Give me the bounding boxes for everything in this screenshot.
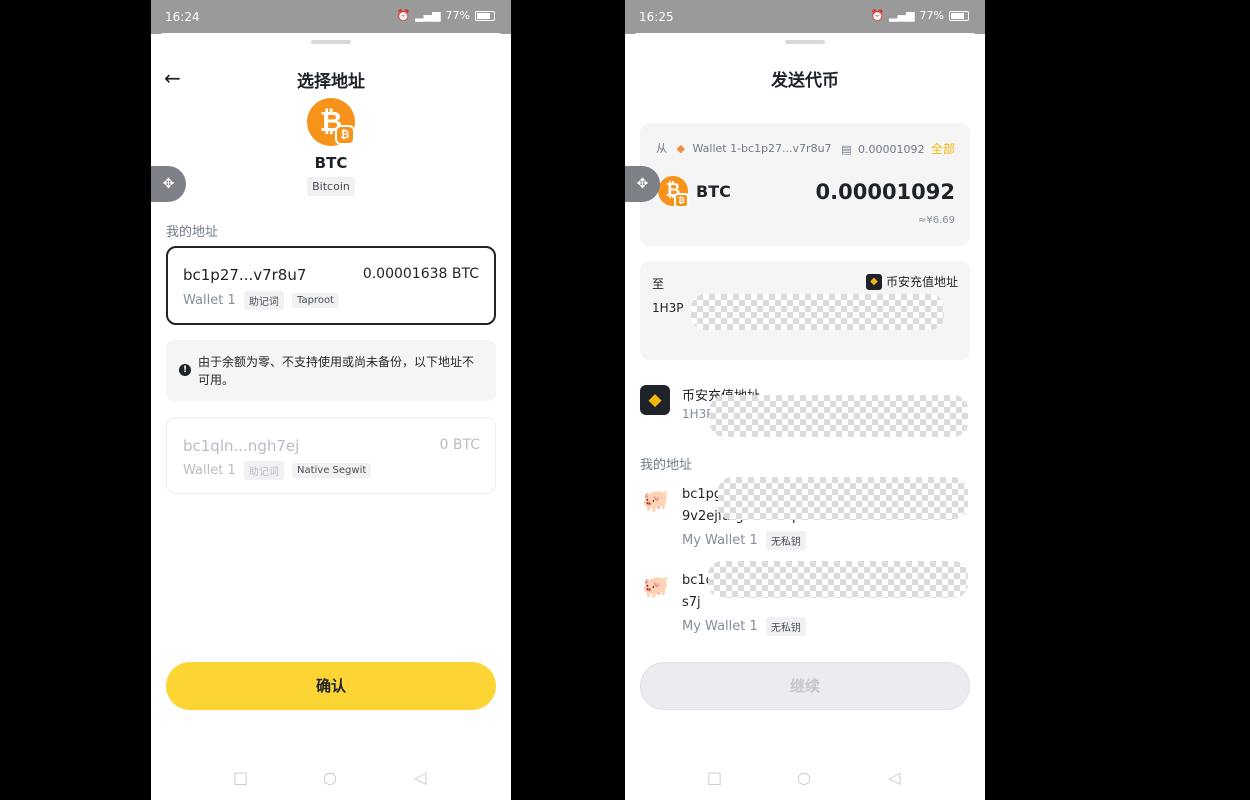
redacted-area: [708, 561, 968, 598]
binance-logo-icon: ◆: [640, 385, 670, 415]
status-bar: 16:24 ⏰ ▂▄▆ 77%: [151, 0, 511, 34]
redacted-area: [710, 395, 968, 437]
wallet-balance-icon: ▤: [841, 143, 852, 156]
address-balance: 0.00001638 BTC: [362, 266, 479, 282]
mnemonic-tag: 助记词: [243, 461, 284, 480]
wallet-name: Wallet 1: [183, 293, 236, 308]
to-address: 1H3P: [652, 301, 684, 315]
floating-tool-icon[interactable]: ✥: [151, 166, 186, 202]
info-icon: !: [179, 364, 191, 376]
back-nav-icon[interactable]: ◁: [888, 768, 900, 787]
address-meta: My Wallet 1 无私钥: [682, 617, 806, 636]
notice-text: 由于余额为零、不支持使用或尚未备份，以下地址不可用。: [198, 355, 475, 387]
floating-tool-icon[interactable]: ✥: [625, 166, 660, 202]
status-icons: ⏰ ▂▄▆ 77%: [870, 9, 969, 22]
address-card-selected[interactable]: bc1p27...v7r8u7 0.00001638 BTC Wallet 1 …: [166, 246, 496, 325]
from-card: 从 ◆ Wallet 1-bc1p27...v7r8u7 ▤ 0.0000109…: [640, 123, 970, 246]
piggy-wallet-icon: 🐖: [642, 575, 670, 600]
recent-apps-icon[interactable]: □: [233, 768, 248, 787]
address-text: bc1p27...v7r8u7: [183, 266, 307, 284]
to-label: 至: [652, 277, 665, 291]
page-title: 选择地址: [297, 72, 365, 92]
battery-percent: 77%: [919, 9, 944, 22]
sheet-handle[interactable]: [785, 40, 825, 44]
send-token-screen: 16:25 ⏰ ▂▄▆ 77% 发送代币 从 ◆ Wallet 1-bc1p27…: [625, 0, 985, 800]
from-label: 从: [656, 142, 667, 155]
address-meta: Wallet 1 助记词 Taproot: [183, 291, 339, 310]
recent-apps-icon[interactable]: □: [707, 768, 722, 787]
continue-button[interactable]: 继续: [640, 662, 970, 710]
confirm-button[interactable]: 确认: [166, 662, 496, 710]
coin-name-wrap: Bitcoin: [151, 176, 511, 196]
bottom-sheet: ← 选择地址 ₿ ₿ BTC Bitcoin 我的地址 bc1p27...v7r…: [151, 33, 511, 800]
redacted-area: [691, 294, 944, 330]
to-badge-text: 币安充值地址: [885, 275, 958, 289]
from-wallet: Wallet 1-bc1p27...v7r8u7: [692, 142, 832, 155]
piggy-wallet-icon: 🐖: [642, 489, 670, 514]
redacted-area: [718, 477, 968, 520]
address-card-disabled: bc1qln...ngh7ej 0 BTC Wallet 1 助记词 Nativ…: [166, 417, 496, 494]
disabled-address-meta: Wallet 1 助记词 Native Segwit: [183, 461, 372, 480]
back-nav-icon[interactable]: ◁: [414, 768, 426, 787]
fiat-value: ≈¥6.69: [917, 215, 955, 226]
asset-symbol: BTC: [696, 182, 731, 201]
wallet-name: My Wallet 1: [682, 533, 758, 548]
wallet-name: Wallet 1: [183, 463, 236, 478]
disabled-address-text: bc1qln...ngh7ej: [183, 437, 300, 455]
battery-icon: [949, 10, 969, 21]
status-time: 16:24: [165, 10, 200, 24]
no-key-tag: 无私钥: [765, 617, 806, 636]
my-address-label: 我的地址: [166, 225, 219, 240]
no-key-tag: 无私钥: [765, 531, 806, 550]
system-nav-bar: □ ○ ◁: [151, 768, 511, 792]
disabled-address-balance: 0 BTC: [439, 437, 480, 453]
home-icon[interactable]: ○: [323, 768, 337, 787]
address-type-tag: Native Segwit: [292, 463, 372, 478]
from-row: 从 ◆ Wallet 1-bc1p27...v7r8u7: [656, 140, 832, 156]
coin-name-tag: Bitcoin: [307, 177, 355, 196]
wallet-name: My Wallet 1: [682, 619, 758, 634]
status-icons: ⏰ ▂▄▆ 77%: [396, 9, 495, 22]
signal-icon: ▂▄▆: [889, 9, 915, 22]
bitcoin-network-badge-icon: ₿: [674, 193, 689, 208]
binance-deposit-badge: ◆ 币安充值地址: [865, 273, 958, 290]
bottom-sheet: 发送代币 从 ◆ Wallet 1-bc1p27...v7r8u7 ▤ 0.00…: [625, 33, 985, 800]
max-button[interactable]: 全部: [931, 142, 955, 156]
mnemonic-tag: 助记词: [243, 291, 284, 310]
notice-box: ! 由于余额为零、不支持使用或尚未备份，以下地址不可用。: [166, 340, 496, 401]
status-bar: 16:25 ⏰ ▂▄▆ 77%: [625, 0, 985, 34]
battery-icon: [475, 10, 495, 21]
fox-wallet-icon: ◆: [676, 142, 685, 155]
address-meta: My Wallet 1 无私钥: [682, 531, 806, 550]
alarm-icon: ⏰: [870, 9, 885, 22]
bitcoin-network-badge-icon: ₿: [335, 125, 355, 145]
balance-row: ▤ 0.00001092 全部: [841, 140, 955, 157]
sheet-handle[interactable]: [311, 40, 351, 44]
select-address-screen: 16:24 ⏰ ▂▄▆ 77% ← 选择地址 ₿ ₿ BTC Bitcoin 我…: [151, 0, 511, 800]
page-title: 发送代币: [771, 71, 839, 91]
alarm-icon: ⏰: [396, 9, 411, 22]
from-balance: 0.00001092: [858, 143, 925, 156]
amount-input[interactable]: 0.00001092: [816, 180, 955, 204]
address-line-2: s7j: [682, 595, 701, 610]
system-nav-bar: □ ○ ◁: [625, 768, 985, 792]
status-time: 16:25: [639, 10, 674, 24]
battery-percent: 77%: [445, 9, 470, 22]
signal-icon: ▂▄▆: [415, 9, 441, 22]
binance-logo-icon: ◆: [865, 273, 882, 290]
my-address-label: 我的地址: [640, 458, 693, 473]
address-type-tag: Taproot: [292, 293, 339, 308]
home-icon[interactable]: ○: [797, 768, 811, 787]
suggested-address: 1H3P: [682, 407, 714, 421]
coin-symbol: BTC: [314, 154, 348, 172]
